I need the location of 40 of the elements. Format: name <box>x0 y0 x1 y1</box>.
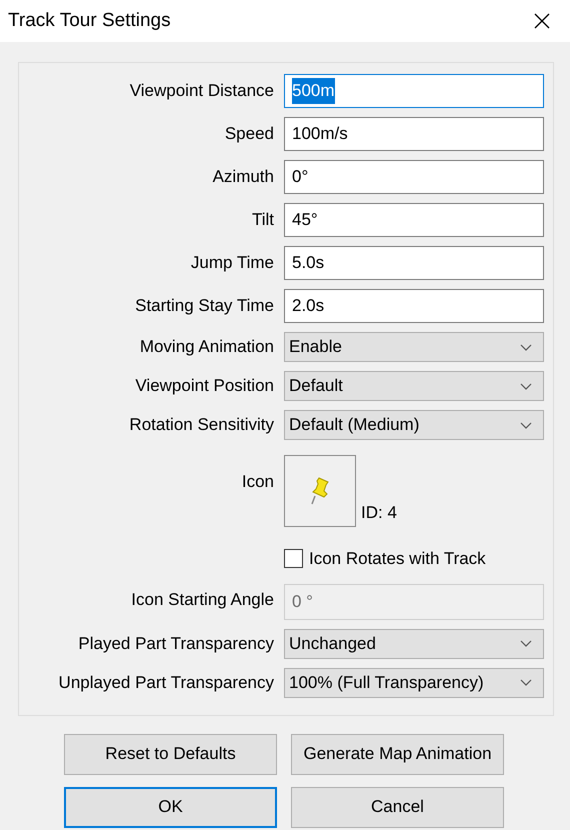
dropdown[interactable]: Unchanged <box>284 628 544 658</box>
checkbox[interactable] <box>284 549 303 568</box>
close-icon[interactable] <box>534 13 550 29</box>
input-field[interactable]: 100m/s <box>284 117 544 151</box>
dropdown[interactable]: 100% (Full Transparency) <box>284 668 544 698</box>
field-label: Jump Time <box>190 252 274 274</box>
field-label: Speed <box>224 123 274 146</box>
field-label: Unplayed Part Transparency <box>58 672 274 694</box>
dropdown[interactable]: Enable <box>284 332 544 362</box>
chevron-icon <box>520 344 532 350</box>
icon-preview[interactable] <box>284 455 356 527</box>
input-field[interactable]: 2.0s <box>284 289 544 323</box>
field-label: Moving Animation <box>140 336 274 358</box>
field-label: Starting Stay Time <box>135 295 274 318</box>
input-field[interactable]: 45° <box>284 203 544 237</box>
chevron-icon <box>520 679 532 686</box>
pushpin-icon <box>309 476 331 506</box>
field-label: Viewpoint Position <box>135 375 274 398</box>
dropdown[interactable]: Default <box>284 371 544 401</box>
ok-button[interactable]: OK <box>64 786 277 828</box>
chevron-icon <box>520 422 532 428</box>
dialog-button[interactable]: Generate Map Animation <box>291 734 504 774</box>
input-field[interactable]: 5.0s <box>284 246 544 280</box>
field-label: Viewpoint Distance <box>130 80 274 102</box>
dropdown[interactable]: Default (Medium) <box>284 410 544 440</box>
input-field[interactable]: 0° <box>284 160 544 194</box>
chevron-icon <box>520 382 532 390</box>
checkbox-label: Icon Rotates with Track <box>309 548 486 570</box>
field-label: Rotation Sensitivity <box>129 414 274 436</box>
input-field[interactable]: 500m <box>284 74 544 108</box>
dialog-button[interactable]: Cancel <box>291 786 504 828</box>
field-label: Tilt <box>252 209 274 232</box>
dialog-button[interactable]: Reset to Defaults <box>64 734 277 774</box>
field-label: Azimuth <box>212 166 274 188</box>
field-label: Played Part Transparency <box>78 632 274 655</box>
field-label: Icon Starting Angle <box>131 589 274 612</box>
chevron-icon <box>520 640 532 647</box>
icon-id: ID: 4 <box>361 502 397 524</box>
window-title: Track Tour Settings <box>8 8 171 33</box>
field-label: Icon <box>242 471 274 493</box>
